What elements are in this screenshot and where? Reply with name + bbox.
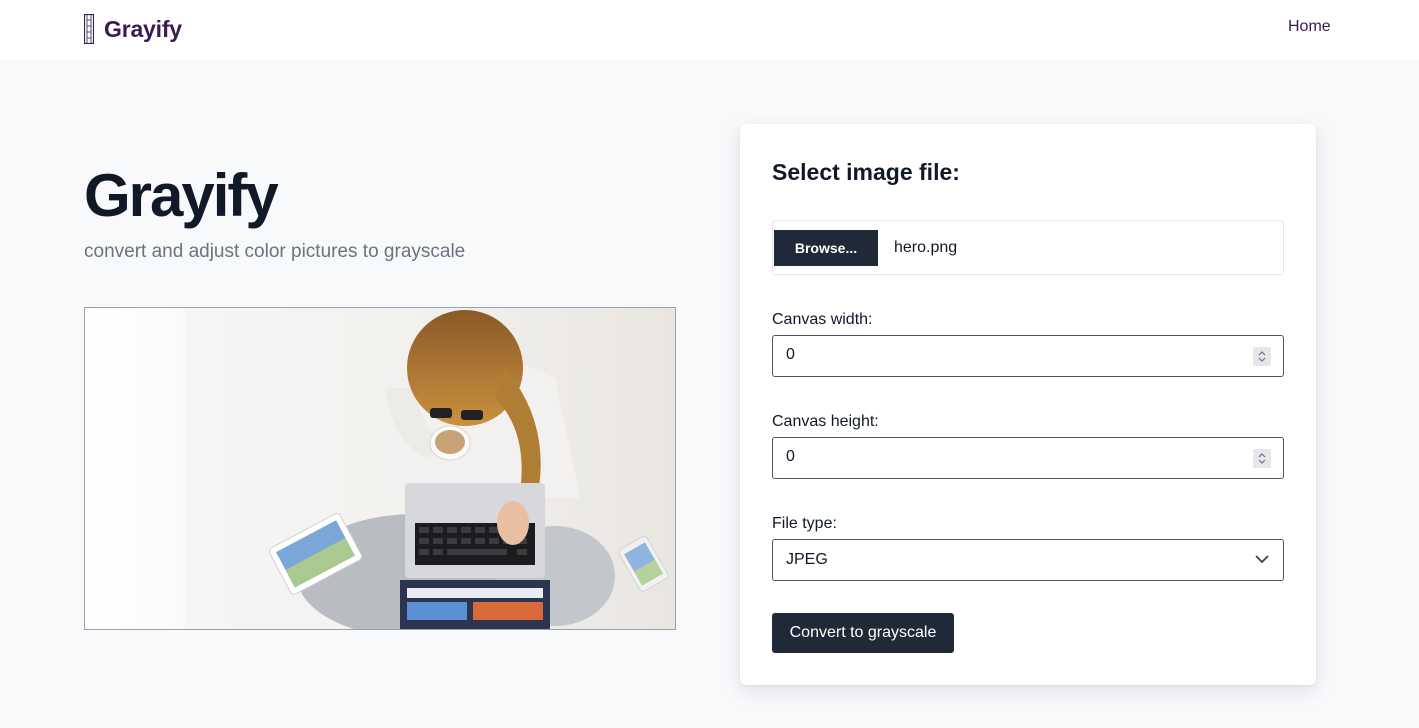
canvas-width-stepper[interactable] — [1253, 347, 1271, 366]
hero-subtitle: convert and adjust color pictures to gra… — [84, 241, 466, 262]
navbar: Grayify Home — [0, 0, 1419, 60]
file-input[interactable]: Browse... hero.png — [772, 220, 1284, 275]
canvas-height-input[interactable] — [786, 448, 1226, 466]
chevron-down-icon — [1255, 555, 1269, 563]
canvas-height-label: Canvas height: — [772, 413, 879, 430]
convert-form-card: Select image file: Browse... hero.png Ca… — [740, 124, 1316, 685]
canvas-width-label: Canvas width: — [772, 311, 873, 328]
image-preview — [84, 307, 676, 630]
film-strip-icon — [84, 14, 94, 44]
file-type-value: JPEG — [786, 551, 828, 568]
brand[interactable]: Grayify — [84, 14, 182, 44]
chevron-down-icon — [1258, 357, 1266, 362]
file-type-select[interactable]: JPEG — [772, 539, 1284, 581]
nav-link-home[interactable]: Home — [1288, 18, 1331, 36]
brand-name: Grayify — [104, 15, 182, 42]
hero-title: Grayify — [84, 162, 279, 229]
convert-button[interactable]: Convert to grayscale — [772, 613, 954, 653]
file-type-label: File type: — [772, 515, 837, 532]
form-title: Select image file: — [772, 159, 960, 185]
canvas-height-field[interactable] — [772, 437, 1284, 479]
preview-photo — [85, 308, 675, 629]
browse-button[interactable]: Browse... — [774, 230, 878, 266]
chevron-up-icon — [1258, 453, 1266, 458]
chevron-up-icon — [1258, 351, 1266, 356]
chevron-down-icon — [1258, 459, 1266, 464]
canvas-width-input[interactable] — [786, 346, 1226, 364]
selected-file-name: hero.png — [894, 239, 958, 256]
canvas-height-stepper[interactable] — [1253, 449, 1271, 468]
canvas-width-field[interactable] — [772, 335, 1284, 377]
